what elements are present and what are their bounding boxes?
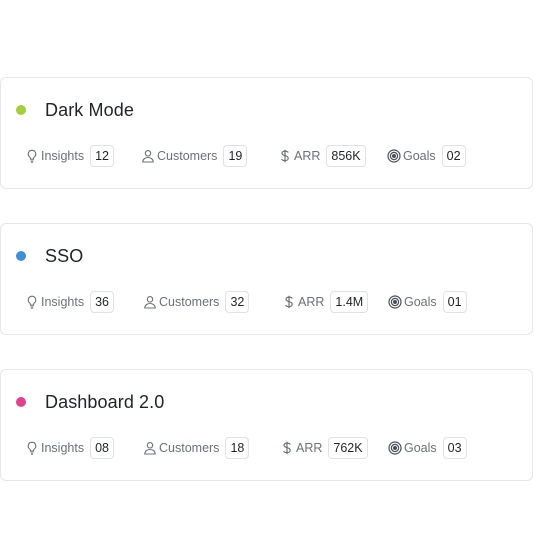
dollar-icon (280, 441, 294, 455)
goals-stat[interactable]: Goals 02 (387, 144, 466, 168)
status-dot (16, 105, 26, 115)
feature-card-dark-mode[interactable]: Dark Mode Insights 12 Customers 19 ARR 8… (0, 77, 533, 189)
arr-stat[interactable]: ARR 762K (280, 436, 368, 460)
arr-value: 762K (328, 437, 368, 459)
goals-label: Goals (403, 149, 436, 163)
person-icon (141, 149, 155, 163)
lightbulb-icon (25, 149, 39, 163)
insights-label: Insights (41, 149, 85, 163)
target-icon (388, 295, 402, 309)
card-title: Dashboard 2.0 (45, 392, 165, 412)
goals-label: Goals (404, 441, 437, 455)
customers-stat[interactable]: Customers 19 (141, 144, 248, 168)
feature-card-sso[interactable]: SSO Insights 36 Customers 32 ARR 1.4M Go… (0, 223, 533, 335)
customers-stat[interactable]: Customers 32 (143, 290, 250, 314)
target-icon (387, 149, 401, 163)
insights-stat[interactable]: Insights 12 (25, 144, 114, 168)
insights-stat[interactable]: Insights 36 (25, 290, 114, 314)
goals-count: 02 (441, 145, 466, 167)
card-stats: Insights 08 Customers 18 ARR 762K Goals … (25, 436, 525, 460)
customers-stat[interactable]: Customers 18 (143, 436, 250, 460)
arr-label: ARR (294, 149, 321, 163)
arr-value: 1.4M (330, 291, 369, 313)
goals-stat[interactable]: Goals 03 (388, 436, 467, 460)
card-title: SSO (45, 246, 84, 266)
arr-label: ARR (296, 441, 323, 455)
insights-count: 36 (90, 291, 114, 313)
customers-count: 19 (223, 145, 248, 167)
arr-label: ARR (298, 295, 325, 309)
goals-stat[interactable]: Goals 01 (388, 290, 467, 314)
status-dot (16, 397, 26, 407)
insights-label: Insights (41, 295, 85, 309)
card-stats: Insights 12 Customers 19 ARR 856K Goals … (25, 144, 525, 168)
arr-value: 856K (326, 145, 366, 167)
card-stats: Insights 36 Customers 32 ARR 1.4M Goals … (25, 290, 525, 314)
customers-label: Customers (157, 149, 218, 163)
dollar-icon (282, 295, 296, 309)
customers-count: 18 (225, 437, 250, 459)
customers-count: 32 (225, 291, 250, 313)
arr-stat[interactable]: ARR 856K (278, 144, 366, 168)
person-icon (143, 295, 157, 309)
lightbulb-icon (25, 295, 39, 309)
insights-count: 08 (90, 437, 114, 459)
person-icon (143, 441, 157, 455)
goals-label: Goals (404, 295, 437, 309)
arr-stat[interactable]: ARR 1.4M (282, 290, 369, 314)
feature-card-dashboard-2[interactable]: Dashboard 2.0 Insights 08 Customers 18 A… (0, 369, 533, 481)
insights-count: 12 (90, 145, 114, 167)
card-title: Dark Mode (45, 100, 134, 120)
goals-count: 01 (442, 291, 467, 313)
insights-stat[interactable]: Insights 08 (25, 436, 114, 460)
status-dot (16, 251, 26, 261)
insights-label: Insights (41, 441, 85, 455)
customers-label: Customers (159, 295, 220, 309)
customers-label: Customers (159, 441, 220, 455)
goals-count: 03 (442, 437, 467, 459)
target-icon (388, 441, 402, 455)
lightbulb-icon (25, 441, 39, 455)
dollar-icon (278, 149, 292, 163)
